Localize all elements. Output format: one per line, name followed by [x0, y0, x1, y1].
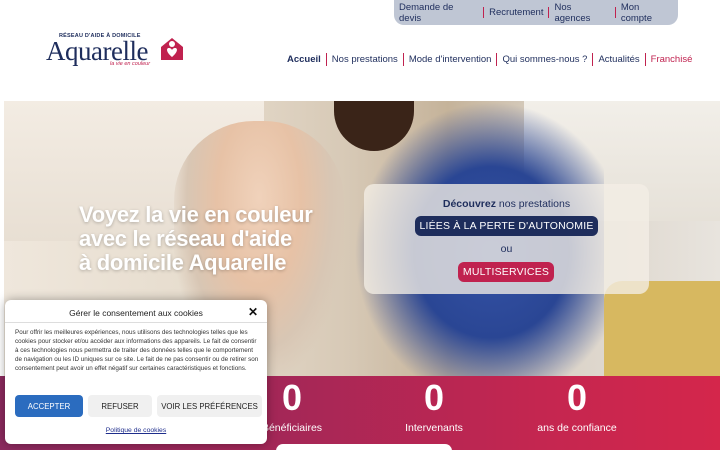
- perte-autonomie-button[interactable]: LIÉES À LA PERTE D'AUTONOMIE: [415, 216, 598, 236]
- nav-item-franchise[interactable]: Franchisé: [646, 53, 698, 66]
- utility-link-devis[interactable]: Demande de devis: [394, 2, 483, 24]
- stats-bottom-shape: [276, 444, 452, 450]
- cookie-dialog-divider: [5, 322, 267, 323]
- utility-link-compte[interactable]: Mon compte: [616, 2, 678, 24]
- hero-title-line1: Voyez la vie en couleur: [79, 202, 313, 227]
- stat-intervenants: 0 Intervenants: [364, 376, 504, 434]
- nav-item-prestations[interactable]: Nos prestations: [327, 53, 403, 66]
- services-panel: Découvrez nos prestations LIÉES À LA PER…: [364, 184, 649, 294]
- cookie-dialog-body: Pour offrir les meilleures expériences, …: [15, 329, 259, 372]
- cookie-consent-dialog: Gérer le consentement aux cookies ✕ Pour…: [5, 300, 267, 444]
- cookie-policy-link[interactable]: Politique de cookies: [5, 427, 267, 434]
- stat-label: ans de confiance: [537, 422, 617, 434]
- hero-title-line3: à domicile Aquarelle: [79, 250, 287, 275]
- nav-item-qui-sommes-nous[interactable]: Qui sommes-nous ?: [497, 53, 592, 66]
- utility-link-recrutement[interactable]: Recrutement: [484, 7, 548, 18]
- stat-confiance: 0 ans de confiance: [507, 376, 647, 434]
- page: { "utility_nav": { "items": [ {"label": …: [0, 0, 720, 450]
- multiservices-button[interactable]: MULTISERVICES: [458, 262, 554, 282]
- house-heart-icon: [161, 38, 183, 60]
- refuse-cookies-button[interactable]: REFUSER: [88, 395, 152, 417]
- site-logo[interactable]: RÉSEAU D'AIDE À DOMICILE Aquarelle la vi…: [46, 30, 196, 70]
- cookie-dialog-title: Gérer le consentement aux cookies: [69, 308, 203, 318]
- stat-value: 0: [423, 377, 445, 418]
- services-intro: Découvrez nos prestations: [364, 198, 649, 210]
- nav-item-accueil[interactable]: Accueil: [282, 53, 326, 66]
- close-icon[interactable]: ✕: [247, 306, 259, 318]
- services-intro-rest: nos prestations: [495, 198, 571, 210]
- utility-nav: Demande de devis Recrutement Nos agences…: [394, 0, 678, 25]
- accept-cookies-button[interactable]: ACCEPTER: [15, 395, 83, 417]
- nav-item-mode-intervention[interactable]: Mode d'intervention: [404, 53, 497, 66]
- hero-title: Voyez la vie en couleur avec le réseau d…: [79, 203, 369, 275]
- stat-label: Intervenants: [405, 422, 463, 434]
- utility-link-agences[interactable]: Nos agences: [549, 2, 614, 24]
- hero-photo-sofa: [604, 281, 720, 376]
- hero-title-line2: avec le réseau d'aide: [79, 226, 292, 251]
- stat-value: 0: [566, 377, 588, 418]
- services-intro-bold: Découvrez: [442, 198, 496, 210]
- cookie-preferences-button[interactable]: VOIR LES PRÉFÉRENCES: [157, 395, 262, 417]
- logo-slogan: la vie en couleur: [110, 61, 151, 67]
- services-or-text: ou: [500, 243, 513, 255]
- nav-item-actualites[interactable]: Actualités: [593, 53, 644, 66]
- main-nav: Accueil Nos prestations Mode d'intervent…: [282, 52, 697, 66]
